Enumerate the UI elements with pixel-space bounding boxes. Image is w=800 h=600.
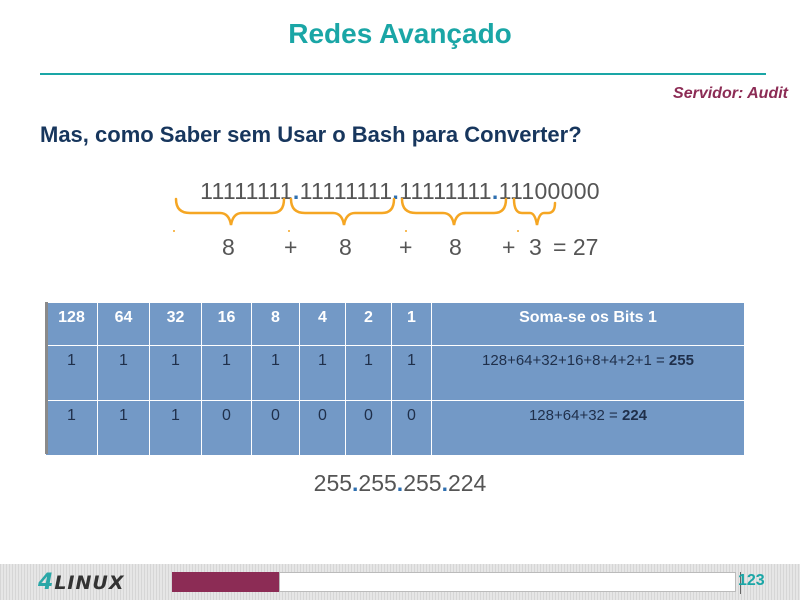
table-row: 1 1 1 0 0 0 0 0 128+64+32 = 224 xyxy=(45,400,745,456)
bit-cell: 1 xyxy=(201,345,252,401)
brace-octet-2 xyxy=(289,197,396,226)
brace-octet-1 xyxy=(174,197,286,226)
table-header-row: 128 64 32 16 8 4 2 1 Soma-se os Bits 1 xyxy=(45,302,745,346)
slide-progress-track xyxy=(279,572,736,592)
brace-octet-4 xyxy=(512,197,557,226)
bit-cell: 1 xyxy=(45,400,98,456)
logo-text: LINUX xyxy=(54,572,125,594)
bit-cell: 0 xyxy=(299,400,346,456)
sum-value-1: 8 xyxy=(222,234,235,260)
table-header-cell: 64 xyxy=(97,302,150,346)
slide-title: Redes Avançado xyxy=(288,18,512,49)
bit-cell: 1 xyxy=(251,345,300,401)
bit-cell: 1 xyxy=(149,345,202,401)
title-divider xyxy=(40,73,766,75)
sum-result-value: 255 xyxy=(668,352,694,369)
bit-cell: 1 xyxy=(149,400,202,456)
table-header-sum: Soma-se os Bits 1 xyxy=(431,302,745,346)
table-header-cell: 8 xyxy=(251,302,300,346)
bit-cell: 0 xyxy=(345,400,392,456)
sum-cell: 128+64+32+16+8+4+2+1 = 255 xyxy=(431,345,745,401)
table-header-cell: 4 xyxy=(299,302,346,346)
ip-octet-1: 255 xyxy=(313,470,353,496)
sum-value-3: 8 xyxy=(449,234,462,260)
table-header-cell: 32 xyxy=(149,302,202,346)
bit-cell: 0 xyxy=(251,400,300,456)
sum-result: = 27 xyxy=(553,234,599,260)
sum-cell: 128+64+32 = 224 xyxy=(431,400,745,456)
slide-subtitle: Servidor: Audit xyxy=(673,85,788,102)
ip-octet-4: 224 xyxy=(447,470,487,496)
plus-sign-1: + xyxy=(284,234,298,260)
bit-cell: 1 xyxy=(391,345,432,401)
table-header-cell: 2 xyxy=(345,302,392,346)
bit-cell: 1 xyxy=(299,345,346,401)
decimal-mask: 255.255.255.224 xyxy=(0,470,800,497)
bits-table: 128 64 32 16 8 4 2 1 Soma-se os Bits 1 1… xyxy=(45,302,745,456)
brand-logo: 4LINUX xyxy=(38,570,124,595)
logo-number: 4 xyxy=(38,570,55,595)
bit-cell: 0 xyxy=(201,400,252,456)
sum-value-2: 8 xyxy=(339,234,352,260)
sum-expression: 128+64+32+16+8+4+2+1 = xyxy=(482,352,669,369)
table-header-cell: 1 xyxy=(391,302,432,346)
bit-cell: 1 xyxy=(97,345,150,401)
sum-value-4: 3 xyxy=(529,234,542,260)
bit-cell: 0 xyxy=(391,400,432,456)
ip-octet-2: 255 xyxy=(358,470,397,496)
page-number: 123 xyxy=(738,572,765,589)
slide-heading: Mas, como Saber sem Usar o Bash para Con… xyxy=(40,122,582,147)
slide-progress-fill xyxy=(172,572,279,592)
sum-result-value: 224 xyxy=(621,407,648,424)
bit-cell: 1 xyxy=(45,345,98,401)
table-header-cell: 128 xyxy=(45,302,98,346)
ip-octet-3: 255 xyxy=(403,470,442,496)
table-header-cell: 16 xyxy=(201,302,252,346)
table-left-border xyxy=(45,302,48,454)
plus-sign-3: + xyxy=(502,234,516,260)
table-row: 1 1 1 1 1 1 1 1 128+64+32+16+8+4+2+1 = 2… xyxy=(45,345,745,401)
plus-sign-2: + xyxy=(399,234,413,260)
sum-expression: 128+64+32 = xyxy=(528,407,622,424)
bit-cell: 1 xyxy=(345,345,392,401)
brace-octet-3 xyxy=(400,197,508,226)
bit-cell: 1 xyxy=(97,400,150,456)
octet-braces xyxy=(173,197,557,232)
